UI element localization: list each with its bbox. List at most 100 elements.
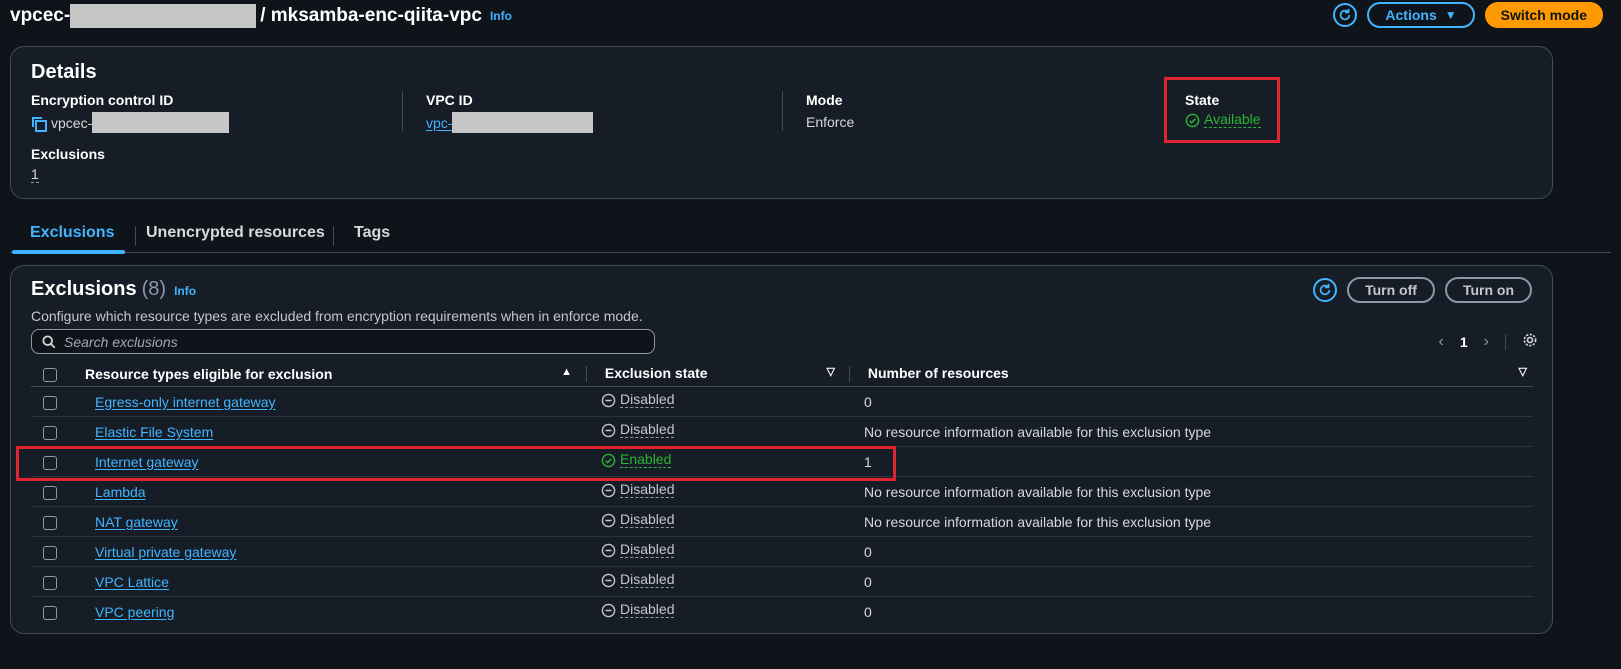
row-select-cell (31, 566, 85, 597)
exclusion-state-status[interactable]: Disabled (601, 571, 675, 589)
mode-label: Mode (806, 92, 843, 108)
disabled-circle-icon (601, 513, 616, 528)
row-checkbox[interactable] (43, 425, 57, 440)
sort-ascending-icon[interactable]: ▲ (561, 366, 572, 378)
exclusion-state-status[interactable]: Disabled (601, 391, 675, 409)
resource-type-link[interactable]: VPC peering (95, 604, 174, 620)
exclusions-heading: Exclusions (31, 278, 137, 300)
table-row[interactable]: Elastic File System Disabled No resource i… (31, 416, 1533, 447)
row-checkbox[interactable] (43, 485, 57, 500)
table-row[interactable]: Lambda Disabled No resource information av… (31, 476, 1533, 507)
resource-type-link[interactable]: VPC Lattice (95, 574, 169, 590)
disabled-circle-icon (601, 483, 616, 498)
exclusion-state-status[interactable]: Disabled (601, 602, 675, 619)
tab-exclusions[interactable]: Exclusions (30, 224, 114, 242)
mode: Mode Enforce (806, 92, 854, 130)
table-row[interactable]: VPC Lattice Disabled 0 (31, 566, 1533, 597)
actions-button[interactable]: Actions ▼ (1367, 2, 1475, 28)
tab-unencrypted-resources[interactable]: Unencrypted resources (146, 224, 325, 242)
exclusion-state-value: Disabled (620, 511, 675, 529)
column-header-exclusion-state[interactable]: Exclusion state ▽ (586, 361, 849, 387)
column-header-number-of-resources[interactable]: Number of resources ▽ (849, 361, 1533, 387)
page-title: vpcec- / mksamba-enc-qiita-vpc Info (10, 2, 512, 30)
row-select-cell (31, 476, 85, 507)
info-link[interactable]: Info (490, 9, 512, 23)
switch-mode-button[interactable]: Switch mode (1484, 2, 1603, 28)
copy-icon[interactable] (31, 116, 47, 132)
row-select-cell (31, 536, 85, 567)
refresh-icon[interactable] (1333, 3, 1358, 27)
resources-cell: No resource information available for th… (849, 476, 1533, 507)
resource-type-link[interactable]: Lambda (95, 484, 146, 500)
row-select-cell (31, 416, 85, 447)
exclusion-state-status[interactable]: Disabled (601, 511, 675, 529)
divider (402, 91, 403, 131)
chevron-left-icon[interactable]: ‹ (1439, 333, 1444, 351)
tab-tags[interactable]: Tags (354, 224, 390, 242)
table-row[interactable]: Egress-only internet gateway Disabled 0 (31, 386, 1533, 417)
exclusion-state-status[interactable]: Disabled (601, 542, 675, 559)
search-input[interactable]: Search exclusions (31, 329, 655, 354)
table-row[interactable]: NAT gateway Disabled No resource informati… (31, 506, 1533, 537)
resource-type-link[interactable]: NAT gateway (95, 514, 178, 530)
turn-on-button[interactable]: Turn on (1444, 277, 1532, 303)
column-header-label: Resource types eligible for exclusion (85, 365, 333, 382)
info-link[interactable]: Info (174, 284, 196, 298)
row-select-cell (31, 386, 85, 417)
page-number[interactable]: 1 (1460, 334, 1468, 350)
row-checkbox[interactable] (43, 605, 57, 620)
title-suffix: / mksamba-enc-qiita-vpc (260, 5, 482, 26)
row-checkbox[interactable] (43, 395, 57, 410)
row-checkbox[interactable] (43, 515, 57, 530)
table-row[interactable]: VPC peering Disabled 0 (31, 597, 1533, 627)
active-tab-indicator (12, 250, 125, 254)
exclusion-state-cell: Disabled (586, 386, 849, 417)
column-header-resource-type[interactable]: Resource types eligible for exclusion ▲ (85, 361, 586, 387)
redacted-block (452, 112, 594, 133)
resources-cell: No resource information available for th… (849, 416, 1533, 447)
resources-value: No resource information available for th… (864, 483, 1212, 500)
exclusion-state-status[interactable]: Disabled (601, 422, 675, 439)
encryption-control-id-value: vpcec- (51, 114, 93, 131)
redacted-block (70, 4, 257, 28)
exclusion-state-value: Disabled (620, 571, 675, 589)
disabled-circle-icon (601, 423, 616, 438)
exclusion-state-value: Disabled (620, 391, 675, 409)
resources-cell: 1 (849, 446, 1533, 477)
vpc-id-link[interactable]: vpc- (426, 115, 452, 131)
resources-value: 0 (864, 543, 872, 560)
exclusions-value[interactable]: 1 (31, 166, 39, 183)
header-actions: Actions ▼ Switch mode (1333, 2, 1603, 28)
resources-cell: 0 (849, 386, 1533, 417)
select-all-cell (31, 361, 85, 387)
details-heading: Details (31, 61, 97, 83)
resource-type-link[interactable]: Virtual private gateway (95, 544, 236, 560)
resources-value: 0 (864, 573, 872, 590)
select-all-checkbox[interactable] (43, 367, 57, 382)
divider (782, 91, 783, 131)
pagination: ‹ 1 › (1439, 332, 1538, 351)
table-row[interactable]: Virtual private gateway Disabled 0 (31, 536, 1533, 567)
search-placeholder: Search exclusions (64, 333, 178, 350)
row-checkbox[interactable] (43, 575, 57, 590)
turn-off-button[interactable]: Turn off (1347, 277, 1435, 303)
exclusion-state-cell: Disabled (586, 566, 849, 597)
gear-icon[interactable] (1522, 332, 1538, 351)
exclusions-actions: Turn off Turn on (1313, 277, 1532, 303)
sort-icon[interactable]: ▽ (1519, 365, 1527, 378)
tab-divider (333, 226, 334, 246)
resource-type-link[interactable]: Egress-only internet gateway (95, 394, 276, 410)
column-header-label: Number of resources (867, 364, 1009, 381)
table-header-row: Resource types eligible for exclusion ▲ … (31, 361, 1533, 387)
chevron-right-icon[interactable]: › (1484, 333, 1489, 351)
exclusion-state-status[interactable]: Disabled (601, 482, 675, 499)
resource-type-link[interactable]: Elastic File System (95, 424, 213, 440)
row-checkbox[interactable] (43, 545, 57, 560)
resources-value: 0 (864, 603, 872, 620)
sort-icon[interactable]: ▽ (827, 365, 835, 378)
resources-value: No resource information available for th… (864, 513, 1212, 530)
refresh-icon[interactable] (1313, 278, 1338, 302)
exclusions-header: Exclusions (8) Info (31, 278, 196, 301)
search-icon (42, 334, 56, 348)
actions-label: Actions (1385, 7, 1437, 23)
